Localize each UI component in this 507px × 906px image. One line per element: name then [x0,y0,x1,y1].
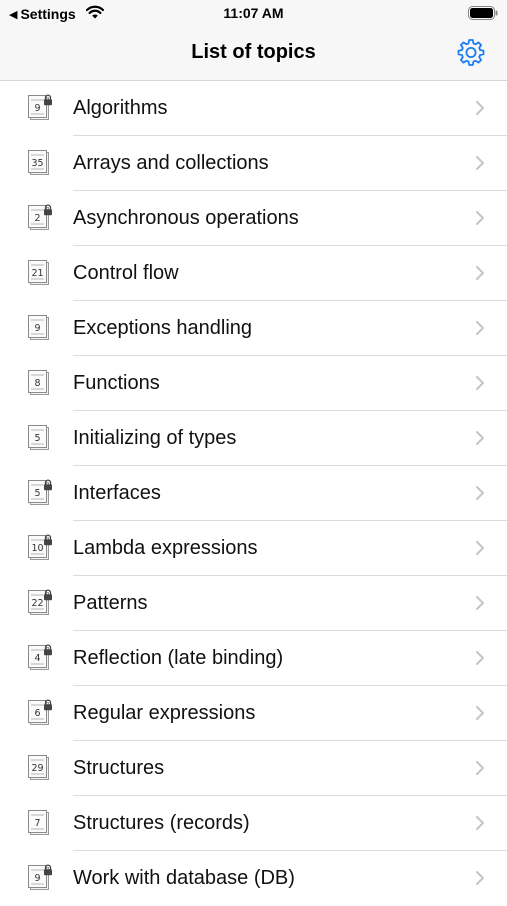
chevron-right-icon [476,706,484,720]
note-icon: 7 [28,810,49,835]
topic-row[interactable]: 6 Regular expressions [0,686,507,741]
note-icon: 8 [28,370,49,395]
chevron-right-icon [476,431,484,445]
topic-count: 5 [34,488,40,499]
topic-label: Reflection (late binding) [73,647,284,669]
topic-row[interactable]: 22 Patterns [0,576,507,631]
locked-note-icon: 6 [28,699,52,725]
topic-row[interactable]: 10 Lambda expressions [0,521,507,576]
topic-label: Structures [73,757,165,779]
note-icon: 21 [28,260,49,285]
locked-note-icon: 5 [28,479,52,505]
topic-row[interactable]: 29 Structures [0,741,507,796]
chevron-right-icon [476,321,484,335]
chevron-right-icon [476,211,484,225]
topic-list: 9 Algorithms 35 Arrays and collections 2 Asyn… [0,81,507,906]
topic-row[interactable]: 4 Reflection (late binding) [0,631,507,686]
topic-row[interactable]: 21 Control flow [0,246,507,301]
chevron-right-icon [476,266,484,280]
locked-note-icon: 2 [28,204,52,230]
chevron-right-icon [476,156,484,170]
topic-label: Work with database (DB) [73,867,295,889]
topic-label: Exceptions handling [73,317,253,339]
topic-count: 6 [34,708,40,719]
topic-count: 9 [34,103,40,114]
topic-label: Initializing of types [73,427,237,449]
topic-count: 22 [31,598,43,609]
topic-count: 35 [31,158,43,169]
topic-label: Lambda expressions [73,537,258,559]
chevron-right-icon [476,541,484,555]
battery-icon [468,6,498,20]
page-title: List of topics [191,41,316,63]
topic-count: 8 [34,378,40,389]
chevron-right-icon [476,816,484,830]
topic-count: 4 [34,653,40,664]
topic-row[interactable]: 35 Arrays and collections [0,136,507,191]
topic-count: 2 [34,213,40,224]
topic-count: 29 [31,763,43,774]
chevron-right-icon [476,871,484,885]
locked-note-icon: 9 [28,94,52,120]
topic-count: 21 [31,268,43,279]
topic-label: Regular expressions [73,702,256,724]
clock: 11:07 AM [223,5,284,21]
topic-row[interactable]: 9 Algorithms [0,81,507,136]
topic-row[interactable]: 5 Initializing of types [0,411,507,466]
chevron-right-icon [476,761,484,775]
locked-note-icon: 22 [28,589,52,615]
topic-label: Arrays and collections [73,152,269,174]
gear-icon[interactable] [455,37,487,69]
chevron-right-icon [476,486,484,500]
locked-note-icon: 4 [28,644,52,670]
topic-label: Structures (records) [73,812,250,834]
topic-label: Asynchronous operations [73,207,299,229]
locked-note-icon: 10 [28,534,52,560]
topic-row[interactable]: 9 Work with database (DB) [0,851,507,906]
locked-note-icon: 9 [28,864,52,890]
topic-row[interactable]: 9 Exceptions handling [0,301,507,356]
note-icon: 5 [28,425,49,450]
note-icon: 35 [28,150,49,175]
topic-count: 9 [34,873,40,884]
note-icon: 9 [28,315,49,340]
topic-count: 10 [31,543,43,554]
topic-label: Patterns [73,592,148,614]
status-bar: ◀ Settings 11:07 AM [0,0,507,28]
topic-label: Control flow [73,262,179,284]
navigation-bar: List of topics [0,28,507,81]
topic-count: 7 [34,818,40,829]
topic-row[interactable]: 7 Structures (records) [0,796,507,851]
chevron-right-icon [476,596,484,610]
topic-label: Algorithms [73,97,168,119]
topic-row[interactable]: 8 Functions [0,356,507,411]
chevron-right-icon [476,101,484,115]
topic-row[interactable]: 5 Interfaces [0,466,507,521]
topic-count: 9 [34,323,40,334]
topic-row[interactable]: 2 Asynchronous operations [0,191,507,246]
topic-count: 5 [34,433,40,444]
note-icon: 29 [28,755,49,780]
chevron-right-icon [476,651,484,665]
chevron-right-icon [476,376,484,390]
topic-label: Functions [73,372,160,394]
topic-label: Interfaces [73,482,161,504]
